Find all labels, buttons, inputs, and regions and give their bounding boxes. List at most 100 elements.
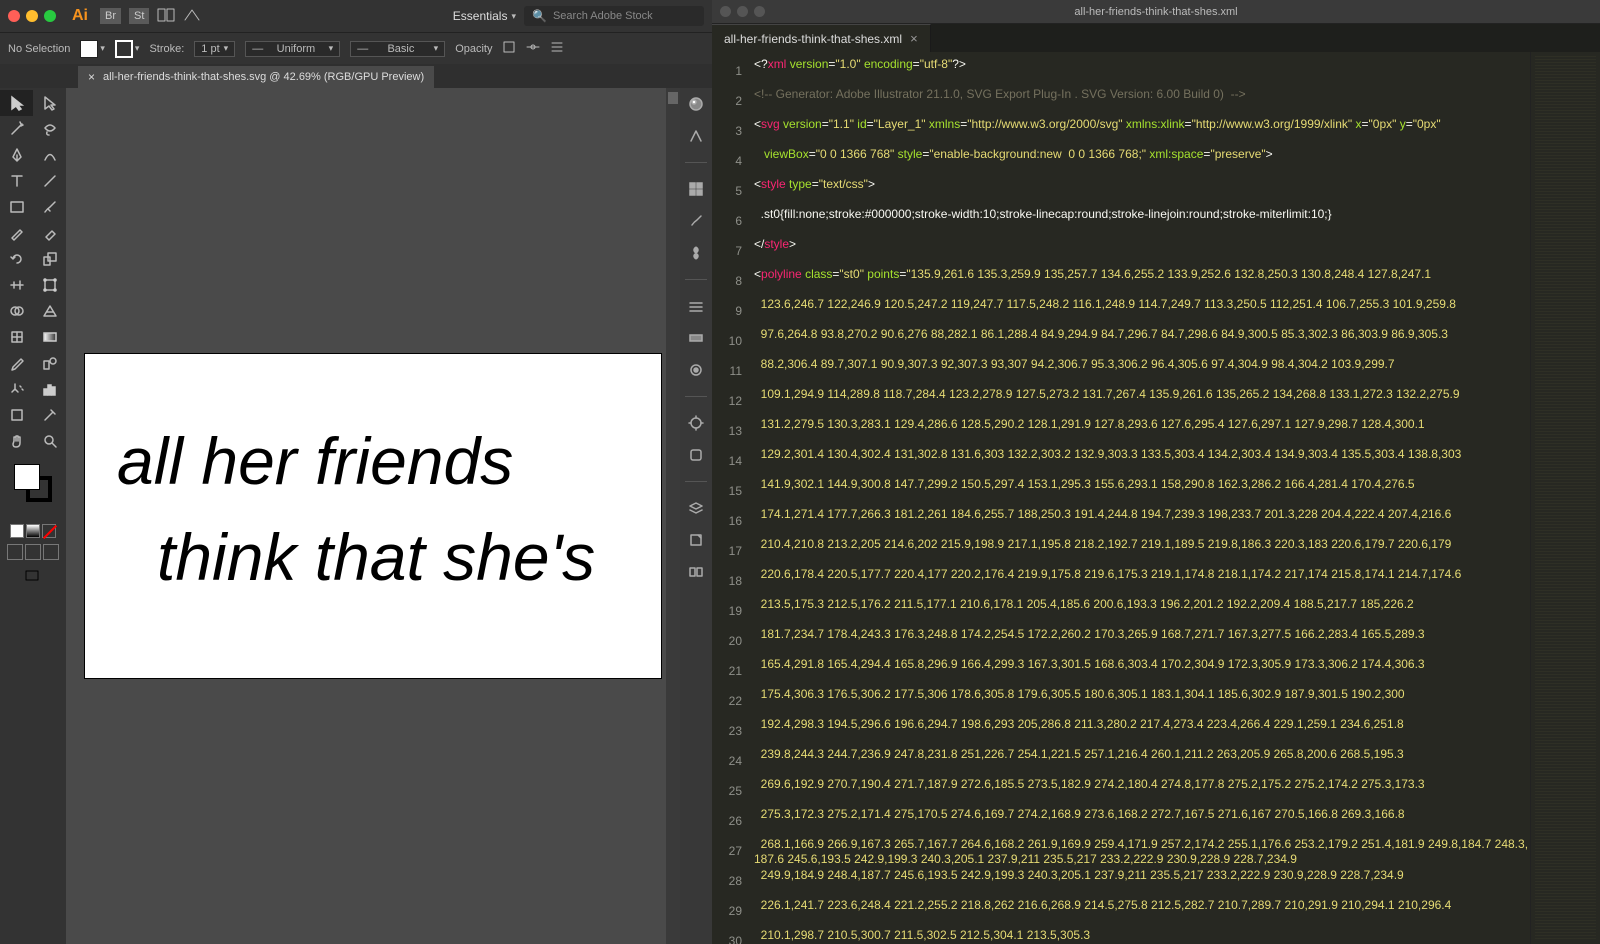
- width-tool[interactable]: [0, 272, 33, 298]
- prefs-icon[interactable]: [526, 40, 540, 57]
- code-line[interactable]: 249.9,184.9 248.4,187.7 245.6,193.5 242.…: [750, 867, 1530, 897]
- brushes-panel-icon[interactable]: [686, 211, 706, 231]
- blend-tool[interactable]: [33, 350, 66, 376]
- editor-tab[interactable]: all-her-friends-think-that-shes.xml ×: [712, 24, 931, 52]
- stroke-weight-input[interactable]: 1 pt ▾: [194, 41, 235, 57]
- perspective-grid-tool[interactable]: [33, 298, 66, 324]
- vertical-scrollbar[interactable]: [666, 88, 680, 944]
- lasso-tool[interactable]: [33, 116, 66, 142]
- code-line[interactable]: 275.3,172.3 275.2,171.4 275,170.5 274.6,…: [750, 806, 1530, 836]
- graphic-styles-icon[interactable]: [686, 445, 706, 465]
- code-line[interactable]: 213.5,175.3 212.5,176.2 211.5,177.1 210.…: [750, 596, 1530, 626]
- code-line[interactable]: <polyline class="st0" points="135.9,261.…: [750, 266, 1530, 296]
- symbol-sprayer-tool[interactable]: [0, 376, 33, 402]
- code-line[interactable]: .st0{fill:none;stroke:#000000;stroke-wid…: [750, 206, 1530, 236]
- stock-button[interactable]: St: [129, 8, 149, 24]
- code-line[interactable]: 220.6,178.4 220.5,177.7 220.4,177 220.2,…: [750, 566, 1530, 596]
- align-icon[interactable]: [550, 40, 564, 57]
- chevron-down-icon[interactable]: ▾: [100, 43, 105, 54]
- code-line[interactable]: 97.6,264.8 93.8,270.2 90.6,276 88,282.1 …: [750, 326, 1530, 356]
- code-line[interactable]: 268.1,166.9 266.9,167.3 265.7,167.7 264.…: [750, 836, 1530, 867]
- rectangle-tool[interactable]: [0, 194, 33, 220]
- appearance-panel-icon[interactable]: [686, 413, 706, 433]
- code-line[interactable]: 109.1,294.9 114,289.8 118.7,284.4 123.2,…: [750, 386, 1530, 416]
- bridge-button[interactable]: Br: [100, 8, 121, 24]
- gpu-preview-icon[interactable]: [183, 8, 201, 25]
- close-icon[interactable]: ×: [88, 70, 95, 84]
- gradient-mode-icon[interactable]: [26, 524, 40, 538]
- stroke-swatch[interactable]: [115, 40, 133, 58]
- color-guide-icon[interactable]: [686, 126, 706, 146]
- gradient-tool[interactable]: [33, 324, 66, 350]
- gradient-panel-icon[interactable]: [686, 328, 706, 348]
- workspace-switcher[interactable]: Essentials ▾: [453, 9, 516, 23]
- transparency-panel-icon[interactable]: [686, 360, 706, 380]
- layers-panel-icon[interactable]: [686, 498, 706, 518]
- opacity-label[interactable]: Opacity: [455, 43, 492, 55]
- stroke-profile-dropdown[interactable]: —Uniform▾: [245, 41, 340, 57]
- code-line[interactable]: <!-- Generator: Adobe Illustrator 21.1.0…: [750, 86, 1530, 116]
- artboard[interactable]: all her friends think that she's: [85, 354, 661, 678]
- artboard-tool[interactable]: [0, 402, 33, 428]
- draw-inside-icon[interactable]: [43, 544, 59, 560]
- code-line[interactable]: viewBox="0 0 1366 768" style="enable-bac…: [750, 146, 1530, 176]
- code-area[interactable]: <?xml version="1.0" encoding="utf-8"?><!…: [750, 52, 1530, 944]
- code-line[interactable]: 141.9,302.1 144.9,300.8 147.7,299.2 150.…: [750, 476, 1530, 506]
- free-transform-tool[interactable]: [33, 272, 66, 298]
- eyedropper-tool[interactable]: [0, 350, 33, 376]
- code-line[interactable]: 123.6,246.7 122,246.9 120.5,247.2 119,24…: [750, 296, 1530, 326]
- hand-tool[interactable]: [0, 428, 33, 454]
- code-line[interactable]: <svg version="1.1" id="Layer_1" xmlns="h…: [750, 116, 1530, 146]
- window-controls[interactable]: [8, 10, 56, 22]
- zoom-window-icon[interactable]: [44, 10, 56, 22]
- code-line[interactable]: 181.7,234.7 178.4,243.3 176.3,248.8 174.…: [750, 626, 1530, 656]
- code-line[interactable]: 165.4,291.8 165.4,294.4 165.8,296.9 166.…: [750, 656, 1530, 686]
- code-line[interactable]: 174.1,271.4 177.7,266.3 181.2,261 184.6,…: [750, 506, 1530, 536]
- direct-selection-tool[interactable]: [33, 90, 66, 116]
- zoom-window-icon[interactable]: [754, 6, 765, 17]
- close-icon[interactable]: ×: [910, 31, 918, 46]
- fill-color-icon[interactable]: [14, 464, 40, 490]
- magic-wand-tool[interactable]: [0, 116, 33, 142]
- line-tool[interactable]: [33, 168, 66, 194]
- brush-definition-dropdown[interactable]: —Basic▾: [350, 41, 445, 57]
- screen-mode-icon[interactable]: [24, 568, 42, 586]
- asset-export-icon[interactable]: [686, 530, 706, 550]
- search-stock-input[interactable]: 🔍 Search Adobe Stock: [524, 6, 704, 26]
- type-tool[interactable]: [0, 168, 33, 194]
- none-mode-icon[interactable]: [42, 524, 56, 538]
- canvas-area[interactable]: all her friends think that she's: [66, 88, 680, 944]
- close-window-icon[interactable]: [8, 10, 20, 22]
- paintbrush-tool[interactable]: [33, 194, 66, 220]
- symbols-panel-icon[interactable]: [686, 243, 706, 263]
- zoom-tool[interactable]: [33, 428, 66, 454]
- shape-builder-tool[interactable]: [0, 298, 33, 324]
- code-line[interactable]: 210.1,298.7 210.5,300.7 211.5,302.5 212.…: [750, 927, 1530, 944]
- column-graph-tool[interactable]: [33, 376, 66, 402]
- fill-stroke-selector[interactable]: [0, 460, 66, 520]
- color-mode-icon[interactable]: [10, 524, 24, 538]
- close-window-icon[interactable]: [720, 6, 731, 17]
- mesh-tool[interactable]: [0, 324, 33, 350]
- slice-tool[interactable]: [33, 402, 66, 428]
- rotate-tool[interactable]: [0, 246, 33, 272]
- eraser-tool[interactable]: [33, 220, 66, 246]
- arrange-docs-icon[interactable]: [157, 8, 175, 25]
- code-line[interactable]: 269.6,192.9 270.7,190.4 271.7,187.9 272.…: [750, 776, 1530, 806]
- draw-behind-icon[interactable]: [25, 544, 41, 560]
- scale-tool[interactable]: [33, 246, 66, 272]
- editor-window-controls[interactable]: [720, 6, 765, 17]
- code-line[interactable]: 129.2,301.4 130.4,302.4 131,302.8 131.6,…: [750, 446, 1530, 476]
- fill-swatch[interactable]: [80, 40, 98, 58]
- stroke-panel-icon[interactable]: [686, 296, 706, 316]
- code-line[interactable]: 239.8,244.3 244.7,236.9 247.8,231.8 251,…: [750, 746, 1530, 776]
- swatches-panel-icon[interactable]: [686, 179, 706, 199]
- chevron-down-icon[interactable]: ▾: [135, 43, 140, 54]
- style-icon[interactable]: [502, 40, 516, 57]
- code-line[interactable]: 131.2,279.5 130.3,283.1 129.4,286.6 128.…: [750, 416, 1530, 446]
- code-line[interactable]: </style>: [750, 236, 1530, 266]
- pen-tool[interactable]: [0, 142, 33, 168]
- code-line[interactable]: 175.4,306.3 176.5,306.2 177.5,306 178.6,…: [750, 686, 1530, 716]
- code-line[interactable]: <style type="text/css">: [750, 176, 1530, 206]
- code-line[interactable]: 88.2,306.4 89.7,307.1 90.9,307.3 92,307.…: [750, 356, 1530, 386]
